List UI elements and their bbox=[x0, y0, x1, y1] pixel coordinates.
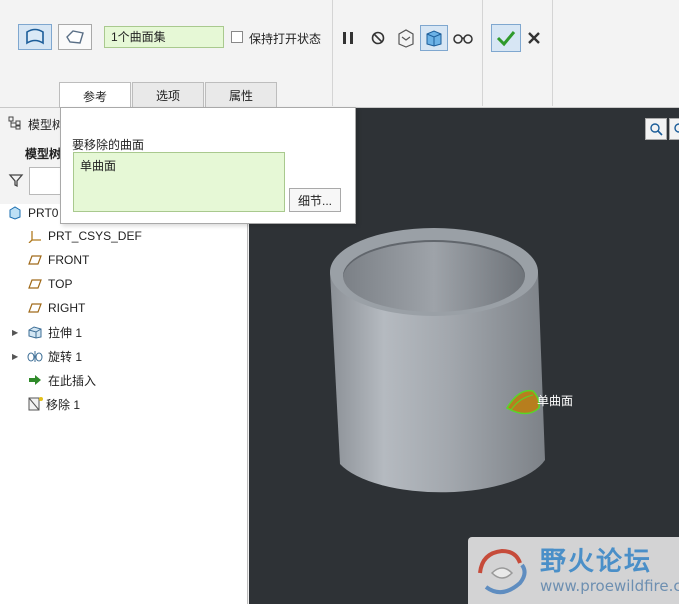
ok-button[interactable] bbox=[491, 24, 521, 52]
revolve-icon bbox=[26, 348, 44, 364]
datum-plane-icon bbox=[26, 252, 44, 268]
no-preview-button[interactable] bbox=[368, 28, 388, 48]
tree-item-label: 旋转 1 bbox=[48, 349, 83, 364]
tree-item-label: TOP bbox=[48, 277, 73, 291]
surface-collector[interactable]: 1个曲面集 bbox=[104, 26, 224, 48]
tree-item-right[interactable]: RIGHT bbox=[0, 297, 246, 319]
expand-arrow-icon[interactable]: ▶ bbox=[12, 352, 22, 361]
pause-icon bbox=[343, 32, 353, 44]
tree-item-remove[interactable]: 移除 1 bbox=[0, 393, 246, 415]
tree-root-label: PRT0 bbox=[28, 206, 59, 220]
remove-surfaces-list[interactable]: 单曲面 bbox=[73, 152, 285, 212]
logo-icon bbox=[478, 548, 527, 595]
tree-item-insert-here[interactable]: 在此插入 bbox=[0, 369, 246, 391]
feature-preview-button[interactable] bbox=[394, 26, 418, 50]
no-preview-icon bbox=[371, 31, 385, 45]
keep-open-label: 保持打开状态 bbox=[249, 32, 322, 46]
tab-options[interactable]: 选项 bbox=[132, 82, 204, 108]
datum-plane-icon bbox=[26, 300, 44, 316]
surface-icon bbox=[26, 28, 44, 45]
ribbon-tabs: 参考 选项 属性 bbox=[59, 82, 278, 109]
surface-set-button[interactable] bbox=[58, 24, 92, 50]
extrude-icon bbox=[26, 324, 44, 340]
surface-label: 单曲面 bbox=[537, 394, 574, 408]
expand-arrow-icon[interactable]: ▶ bbox=[12, 328, 22, 337]
quilt-icon bbox=[66, 30, 84, 44]
glasses-button[interactable] bbox=[452, 28, 474, 48]
list-item[interactable]: 单曲面 bbox=[80, 157, 278, 174]
tree-item-csys[interactable]: PRT_CSYS_DEF bbox=[0, 225, 246, 247]
csys-icon bbox=[26, 228, 44, 244]
datum-plane-icon bbox=[26, 276, 44, 292]
keep-open-checkbox[interactable] bbox=[231, 31, 243, 43]
feature-preview-icon bbox=[398, 29, 414, 48]
model-tree-icon bbox=[8, 116, 22, 133]
watermark-title: 野火论坛 bbox=[540, 547, 653, 577]
tree-item-label: 在此插入 bbox=[48, 373, 97, 388]
tree-item-label: FRONT bbox=[48, 253, 90, 267]
close-icon bbox=[528, 32, 540, 44]
insert-arrow-icon bbox=[26, 372, 44, 388]
watermark-url: www.proewildfire.cn bbox=[540, 577, 679, 595]
tree-item-top[interactable]: TOP bbox=[0, 273, 246, 295]
part-icon bbox=[6, 205, 24, 221]
filter-icon[interactable] bbox=[8, 172, 24, 191]
tree-item-revolve[interactable]: ▶ 旋转 1 bbox=[0, 345, 246, 367]
tree-item-label: PRT_CSYS_DEF bbox=[48, 229, 142, 243]
tree-item-extrude[interactable]: ▶ 拉伸 1 bbox=[0, 321, 246, 343]
remove-feature-icon bbox=[26, 396, 44, 412]
verify-mode-button[interactable] bbox=[420, 25, 448, 51]
details-button[interactable]: 细节... bbox=[289, 188, 341, 212]
remove-surfaces-title: 要移除的曲面 bbox=[72, 138, 145, 152]
tab-references[interactable]: 参考 bbox=[59, 82, 131, 109]
references-popup: 要移除的曲面 单曲面 细节... bbox=[60, 107, 356, 224]
tree-item-front[interactable]: FRONT bbox=[0, 249, 246, 271]
checkmark-icon bbox=[496, 31, 516, 47]
pause-button[interactable] bbox=[338, 28, 358, 48]
model-tree-title: 模型树 bbox=[28, 118, 65, 132]
cancel-button[interactable] bbox=[524, 28, 544, 48]
tree-item-label: RIGHT bbox=[48, 301, 86, 315]
watermark: 野火论坛 www.proewildfire.cn bbox=[468, 537, 679, 604]
surface-type-button[interactable] bbox=[18, 24, 52, 50]
glasses-icon bbox=[453, 34, 473, 44]
tree-item-label: 拉伸 1 bbox=[48, 325, 83, 340]
ribbon: 1个曲面集 保持打开状态 参考 选项 属性 bbox=[0, 0, 679, 109]
verify-model-icon bbox=[426, 30, 442, 47]
model-tree-subtitle: 模型树 bbox=[25, 147, 62, 161]
tree-item-label: 移除 1 bbox=[46, 397, 81, 412]
tab-properties[interactable]: 属性 bbox=[205, 82, 277, 108]
